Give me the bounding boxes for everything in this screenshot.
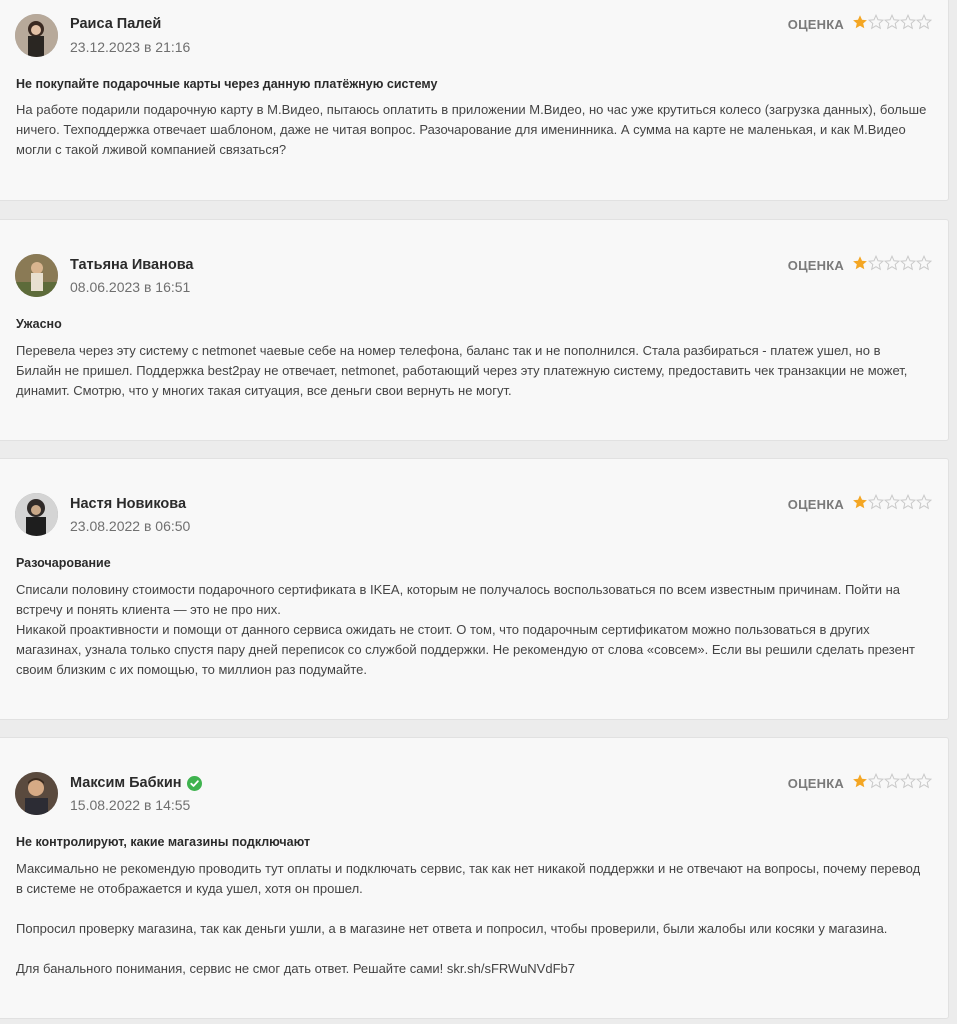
star-filled-icon	[853, 256, 867, 270]
rating-label: ОЦЕНКА	[787, 776, 844, 791]
review-title: Разочарование	[16, 556, 111, 570]
rating: ОЦЕНКА	[788, 494, 932, 515]
star-empty-icon	[868, 773, 884, 789]
star-empty-icon	[884, 255, 900, 271]
review-title: Не контролируют, какие магазины подключа…	[16, 835, 311, 849]
star-empty-icon	[884, 773, 900, 789]
review-card: Раиса Палей 23.12.2023 в 21:16 ОЦЕНКА Не…	[0, 0, 949, 201]
author-name-text[interactable]: Настя Новикова	[70, 496, 186, 512]
author-name-text[interactable]: Раиса Палей	[70, 16, 161, 32]
review-date: 23.08.2022 в 06:50	[70, 518, 191, 534]
rating-label: ОЦЕНКА	[787, 497, 844, 512]
author-name[interactable]: Настя Новикова	[70, 496, 186, 512]
star-empty-icon	[900, 773, 916, 789]
review-paragraph: Никакой проактивности и помощи от данног…	[16, 622, 915, 677]
review-paragraph: На работе подарили подарочную карту в М.…	[16, 102, 927, 157]
review-date: 23.12.2023 в 21:16	[70, 39, 191, 55]
star-empty-icon	[884, 494, 900, 510]
star-empty-icon	[916, 255, 932, 271]
avatar[interactable]	[15, 14, 58, 57]
review-card: Максим Бабкин 15.08.2022 в 14:55 ОЦЕНКА …	[0, 737, 949, 1019]
star-empty-icon	[916, 494, 932, 510]
stars	[852, 494, 932, 515]
review-paragraph: Перевела через эту систему с netmonet ча…	[16, 343, 908, 398]
star-filled-icon	[853, 774, 867, 788]
rating-label: ОЦЕНКА	[787, 258, 844, 273]
star-empty-icon	[868, 14, 884, 30]
avatar[interactable]	[15, 254, 58, 297]
stars	[852, 14, 932, 35]
review-card: Настя Новикова 23.08.2022 в 06:50 ОЦЕНКА…	[0, 458, 949, 720]
review-date: 08.06.2023 в 16:51	[70, 279, 191, 295]
review-title: Ужасно	[16, 317, 62, 331]
star-empty-icon	[884, 14, 900, 30]
author-name[interactable]: Раиса Палей	[70, 16, 161, 32]
review-paragraph: Для банального понимания, сервис не смог…	[16, 961, 575, 976]
review-paragraph: Списали половину стоимости подарочного с…	[16, 582, 901, 617]
author-name-text[interactable]: Татьяна Иванова	[70, 257, 194, 273]
avatar[interactable]	[15, 493, 58, 536]
rating: ОЦЕНКА	[788, 773, 932, 794]
star-empty-icon	[868, 255, 884, 271]
author-name[interactable]: Татьяна Иванова	[70, 257, 194, 273]
review-title: Не покупайте подарочные карты через данн…	[16, 77, 438, 91]
star-empty-icon	[868, 494, 884, 510]
author-name[interactable]: Максим Бабкин	[70, 775, 202, 791]
rating: ОЦЕНКА	[788, 14, 932, 35]
review-text: На работе подарили подарочную карту в М.…	[16, 100, 928, 160]
star-empty-icon	[900, 14, 916, 30]
review-paragraph: Максимально не рекомендую проводить тут …	[16, 861, 921, 896]
review-paragraph: Попросил проверку магазина, так как день…	[16, 921, 888, 936]
stars	[852, 773, 932, 794]
star-empty-icon	[900, 494, 916, 510]
stars	[852, 255, 932, 276]
star-filled-icon	[853, 495, 867, 509]
review-text: Списали половину стоимости подарочного с…	[16, 580, 928, 680]
star-filled-icon	[853, 15, 867, 29]
review-text: Максимально не рекомендую проводить тут …	[16, 859, 928, 979]
review-text: Перевела через эту систему с netmonet ча…	[16, 341, 928, 401]
author-name-text[interactable]: Максим Бабкин	[70, 775, 182, 791]
review-card: Татьяна Иванова 08.06.2023 в 16:51 ОЦЕНК…	[0, 219, 949, 441]
star-empty-icon	[900, 255, 916, 271]
rating-label: ОЦЕНКА	[787, 17, 844, 32]
rating: ОЦЕНКА	[788, 255, 932, 276]
star-empty-icon	[916, 773, 932, 789]
review-date: 15.08.2022 в 14:55	[70, 797, 191, 813]
verified-check-icon	[186, 775, 202, 791]
star-empty-icon	[916, 14, 932, 30]
avatar[interactable]	[15, 772, 58, 815]
